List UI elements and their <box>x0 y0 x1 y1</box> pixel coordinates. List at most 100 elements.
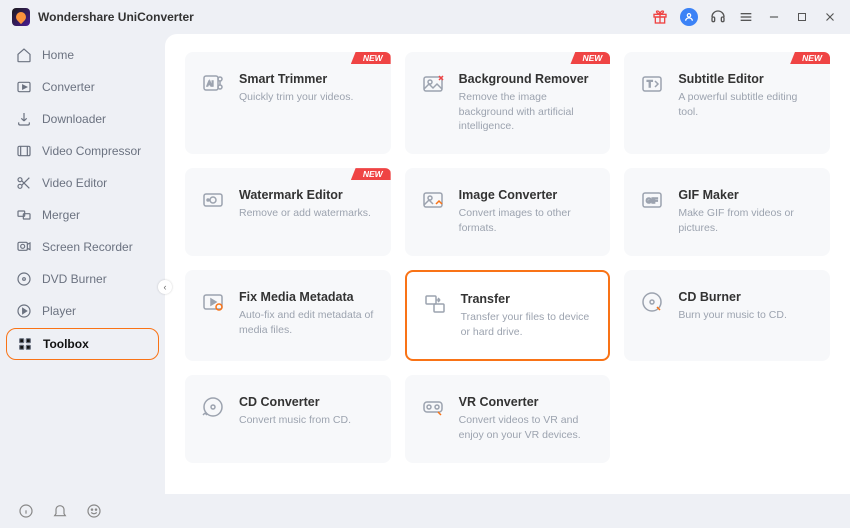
sidebar: Home Converter Downloader Video Compress… <box>0 34 165 494</box>
tool-card-transfer[interactable]: Transfer Transfer your files to device or… <box>405 270 611 361</box>
tool-desc: Auto-fix and edit metadata of media file… <box>239 308 375 337</box>
maximize-button[interactable] <box>794 9 810 25</box>
vr-icon <box>421 395 445 419</box>
tool-title: Fix Media Metadata <box>239 290 375 304</box>
tool-text: Fix Media Metadata Auto-fix and edit meta… <box>239 290 375 337</box>
sidebar-item-label: Video Compressor <box>42 144 141 158</box>
feedback-icon[interactable] <box>86 503 102 519</box>
info-icon[interactable] <box>18 503 34 519</box>
tool-text: VR Converter Convert videos to VR and enj… <box>459 395 595 442</box>
support-icon[interactable] <box>710 9 726 25</box>
close-button[interactable] <box>822 9 838 25</box>
tool-title: CD Converter <box>239 395 375 409</box>
window-controls <box>652 8 838 26</box>
home-icon <box>16 47 32 63</box>
menu-icon[interactable] <box>738 9 754 25</box>
tool-card-vr-converter[interactable]: VR Converter Convert videos to VR and enj… <box>405 375 611 463</box>
sidebar-item-label: Player <box>42 304 76 318</box>
tool-card-cd-burner[interactable]: CD Burner Burn your music to CD. <box>624 270 830 361</box>
tool-text: Watermark EditorRemove or add watermarks… <box>239 188 375 221</box>
tool-text: Subtitle Editor A powerful subtitle editi… <box>678 72 814 119</box>
compress-icon <box>16 143 32 159</box>
tool-card-smart-trimmer[interactable]: NEW AI Smart Trimmer Quickly trim your vide… <box>185 52 391 154</box>
metadata-icon <box>201 290 225 314</box>
sidebar-item-video-editor[interactable]: Video Editor <box>6 168 159 198</box>
svg-text:GIF: GIF <box>646 198 658 205</box>
converter-icon <box>16 79 32 95</box>
sidebar-item-player[interactable]: Player <box>6 296 159 326</box>
tool-desc: Remove the image background with artific… <box>459 90 595 134</box>
tool-title: Image Converter <box>459 188 595 202</box>
toolbox-panel: NEW AI Smart Trimmer Quickly trim your vide… <box>165 34 850 494</box>
ai-trim-icon: AI <box>201 72 225 96</box>
tool-text: Image ConverterConvert images to other f… <box>459 188 595 235</box>
tool-title: Subtitle Editor <box>678 72 814 86</box>
sidebar-item-label: Screen Recorder <box>42 240 133 254</box>
disc-icon <box>16 271 32 287</box>
sidebar-item-toolbox[interactable]: Toolbox <box>6 328 159 360</box>
tool-text: Background RemoverRemove the image backg… <box>459 72 595 134</box>
tool-text: CD ConverterConvert music from CD. <box>239 395 375 428</box>
sidebar-item-video-compressor[interactable]: Video Compressor <box>6 136 159 166</box>
sidebar-item-label: Home <box>42 48 74 62</box>
bell-icon[interactable] <box>52 503 68 519</box>
cd-convert-icon <box>201 395 225 419</box>
sidebar-collapse-button[interactable]: ‹ <box>158 280 172 294</box>
play-icon <box>16 303 32 319</box>
sidebar-item-screen-recorder[interactable]: Screen Recorder <box>6 232 159 262</box>
sidebar-item-label: Merger <box>42 208 80 222</box>
tool-text: Smart Trimmer Quickly trim your videos. <box>239 72 375 105</box>
title-bar: Wondershare UniConverter <box>0 0 850 34</box>
tool-desc: A powerful subtitle editing tool. <box>678 90 814 119</box>
tool-card-watermark-editor[interactable]: NEWWatermark EditorRemove or add waterma… <box>185 168 391 256</box>
tool-title: GIF Maker <box>678 188 814 202</box>
tool-text: GIF Maker Make GIF from videos or picture… <box>678 188 814 235</box>
sidebar-item-label: DVD Burner <box>42 272 107 286</box>
tool-desc: Convert videos to VR and enjoy on your V… <box>459 413 595 442</box>
subtitle-icon: T <box>640 72 664 96</box>
sidebar-item-label: Video Editor <box>42 176 107 190</box>
tool-desc: Remove or add watermarks. <box>239 206 375 221</box>
tool-card-subtitle-editor[interactable]: NEW T Subtitle Editor A powerful subtitle e… <box>624 52 830 154</box>
svg-text:T: T <box>647 79 653 89</box>
tool-title: Smart Trimmer <box>239 72 375 86</box>
sidebar-item-merger[interactable]: Merger <box>6 200 159 230</box>
record-icon <box>16 239 32 255</box>
grid-icon <box>17 336 33 352</box>
svg-text:AI: AI <box>207 81 214 88</box>
new-badge: NEW <box>790 52 830 64</box>
tool-desc: Make GIF from videos or pictures. <box>678 206 814 235</box>
tool-desc: Transfer your files to device or hard dr… <box>461 310 593 339</box>
gift-icon[interactable] <box>652 9 668 25</box>
tool-title: VR Converter <box>459 395 595 409</box>
sidebar-item-label: Toolbox <box>43 337 89 351</box>
tool-card-background-remover[interactable]: NEW Background RemoverRemove the image ba… <box>405 52 611 154</box>
sidebar-item-downloader[interactable]: Downloader <box>6 104 159 134</box>
tool-desc: Quickly trim your videos. <box>239 90 375 105</box>
footer-bar <box>0 494 165 528</box>
sidebar-item-converter[interactable]: Converter <box>6 72 159 102</box>
sidebar-item-dvd-burner[interactable]: DVD Burner <box>6 264 159 294</box>
tool-title: CD Burner <box>678 290 814 304</box>
new-badge: NEW <box>570 52 610 64</box>
download-icon <box>16 111 32 127</box>
minimize-button[interactable] <box>766 9 782 25</box>
tool-title: Transfer <box>461 292 593 306</box>
new-badge: NEW <box>351 52 391 64</box>
sidebar-item-label: Converter <box>42 80 95 94</box>
cd-burn-icon <box>640 290 664 314</box>
tool-desc: Burn your music to CD. <box>678 308 814 323</box>
sidebar-item-home[interactable]: Home <box>6 40 159 70</box>
account-icon[interactable] <box>680 8 698 26</box>
tool-card-image-converter[interactable]: Image ConverterConvert images to other f… <box>405 168 611 256</box>
merge-icon <box>16 207 32 223</box>
app-title: Wondershare UniConverter <box>38 10 194 24</box>
tool-card-cd-converter[interactable]: CD ConverterConvert music from CD. <box>185 375 391 463</box>
tool-card-gif-maker[interactable]: GIF GIF Maker Make GIF from videos or pict… <box>624 168 830 256</box>
sidebar-item-label: Downloader <box>42 112 106 126</box>
app-logo <box>12 8 30 26</box>
gif-icon: GIF <box>640 188 664 212</box>
tool-card-fix-media-metadata[interactable]: Fix Media Metadata Auto-fix and edit meta… <box>185 270 391 361</box>
bg-remove-icon <box>421 72 445 96</box>
image-convert-icon <box>421 188 445 212</box>
